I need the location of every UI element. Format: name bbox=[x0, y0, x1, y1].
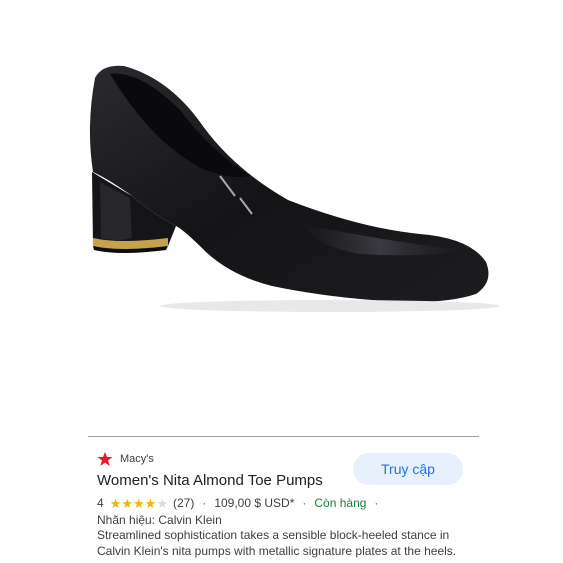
star-icon: ★ bbox=[144, 495, 157, 511]
rating-price-row: 4 ★ ★ ★ ★ ★ (27) · 109,00 $ USD* · Còn h… bbox=[97, 495, 386, 511]
brand-line: Nhãn hiệu: Calvin Klein bbox=[97, 513, 222, 527]
store-row: Macy's bbox=[97, 451, 154, 467]
rating-value: 4 bbox=[97, 496, 104, 510]
shopping-result-card[interactable]: Macy's Women's Nita Almond Toe Pumps Tru… bbox=[97, 441, 477, 563]
star-icon: ★ bbox=[133, 495, 145, 511]
separator-dot: · bbox=[302, 496, 307, 510]
visit-button[interactable]: Truy cập bbox=[353, 453, 463, 485]
availability: Còn hàng bbox=[314, 496, 367, 510]
pump-shoe-illustration bbox=[89, 65, 500, 312]
divider bbox=[88, 436, 479, 437]
star-icon: ★ bbox=[156, 495, 168, 511]
review-count[interactable]: (27) bbox=[173, 496, 194, 510]
product-title[interactable]: Women's Nita Almond Toe Pumps bbox=[97, 472, 323, 489]
star-icon bbox=[97, 452, 113, 466]
store-name: Macy's bbox=[120, 453, 154, 465]
price: 109,00 $ USD* bbox=[214, 496, 295, 510]
separator-dot: · bbox=[374, 496, 379, 510]
product-description: Streamlined sophistication takes a sensi… bbox=[97, 528, 457, 558]
star-icon: ★ bbox=[109, 495, 122, 511]
product-image[interactable] bbox=[0, 0, 563, 430]
separator-dot: · bbox=[202, 496, 207, 510]
rating-stars: ★ ★ ★ ★ ★ bbox=[110, 497, 168, 510]
star-icon: ★ bbox=[121, 495, 133, 511]
